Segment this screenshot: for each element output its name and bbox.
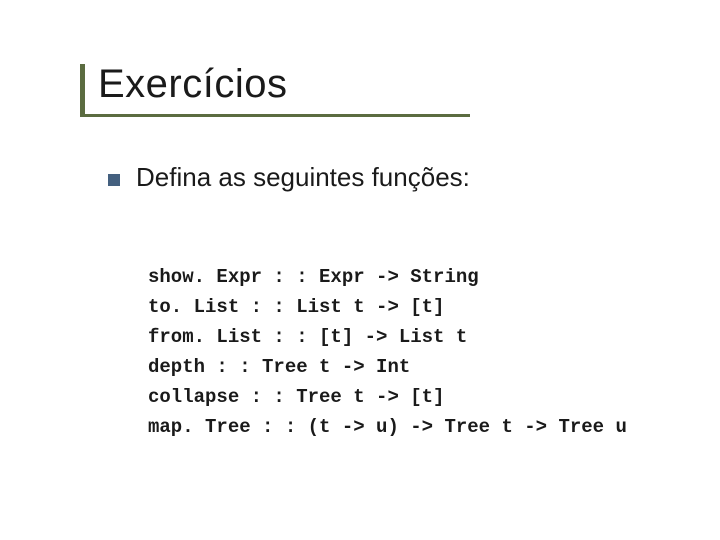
- slide-title: Exercícios: [88, 62, 648, 107]
- title-container: Exercícios: [88, 62, 648, 107]
- code-line: show. Expr : : Expr -> String: [148, 266, 479, 288]
- bullet-text: Defina as seguintes funções:: [136, 162, 470, 193]
- code-block: show. Expr : : Expr -> String to. List :…: [148, 232, 627, 442]
- code-line: from. List : : [t] -> List t: [148, 326, 467, 348]
- code-line: depth : : Tree t -> Int: [148, 356, 410, 378]
- slide: Exercícios Defina as seguintes funções: …: [0, 0, 720, 540]
- square-bullet-icon: [108, 174, 120, 186]
- code-line: collapse : : Tree t -> [t]: [148, 386, 444, 408]
- code-line: to. List : : List t -> [t]: [148, 296, 444, 318]
- code-line: map. Tree : : (t -> u) -> Tree t -> Tree…: [148, 416, 627, 438]
- bullet-item: Defina as seguintes funções:: [108, 162, 470, 193]
- title-accent-vertical: [80, 64, 85, 116]
- title-accent-horizontal: [80, 114, 470, 117]
